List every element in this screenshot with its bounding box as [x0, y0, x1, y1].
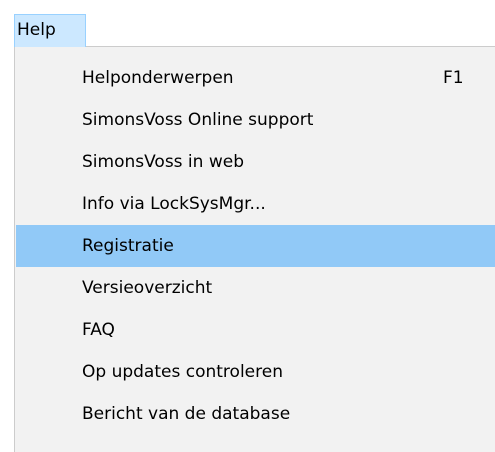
menu-bar: Help	[0, 0, 495, 47]
menu-item-faq[interactable]: FAQ	[16, 309, 495, 351]
menu-item-label: Registratie	[82, 236, 174, 256]
application-window: Help Helponderwerpen F1 SimonsVoss Onlin…	[0, 0, 495, 452]
menu-item-op-updates-controleren[interactable]: Op updates controleren	[16, 351, 495, 393]
menu-item-label: Op updates controleren	[82, 362, 283, 382]
menu-item-info-via-locksysmgr[interactable]: Info via LockSysMgr...	[16, 183, 495, 225]
menu-item-label: FAQ	[82, 320, 115, 340]
menu-item-label: Helponderwerpen	[82, 68, 234, 88]
menu-item-bericht-van-de-database[interactable]: Bericht van de database	[16, 393, 495, 435]
menu-item-shortcut: F1	[443, 68, 464, 88]
menu-item-label: SimonsVoss Online support	[82, 110, 314, 130]
menu-item-label: Versieoverzicht	[82, 278, 213, 298]
menu-help[interactable]: Help	[14, 14, 86, 47]
menu-item-online-support[interactable]: SimonsVoss Online support	[16, 99, 495, 141]
menu-item-label: Info via LockSysMgr...	[82, 194, 266, 214]
menu-item-label: SimonsVoss in web	[82, 152, 244, 172]
menu-item-label: Bericht van de database	[82, 404, 291, 424]
help-dropdown-menu: Helponderwerpen F1 SimonsVoss Online sup…	[14, 46, 495, 452]
menu-item-simonsvoss-in-web[interactable]: SimonsVoss in web	[16, 141, 495, 183]
menu-item-registratie[interactable]: Registratie	[16, 225, 495, 267]
menu-item-helponderwerpen[interactable]: Helponderwerpen F1	[16, 57, 495, 99]
menu-item-versieoverzicht[interactable]: Versieoverzicht	[16, 267, 495, 309]
